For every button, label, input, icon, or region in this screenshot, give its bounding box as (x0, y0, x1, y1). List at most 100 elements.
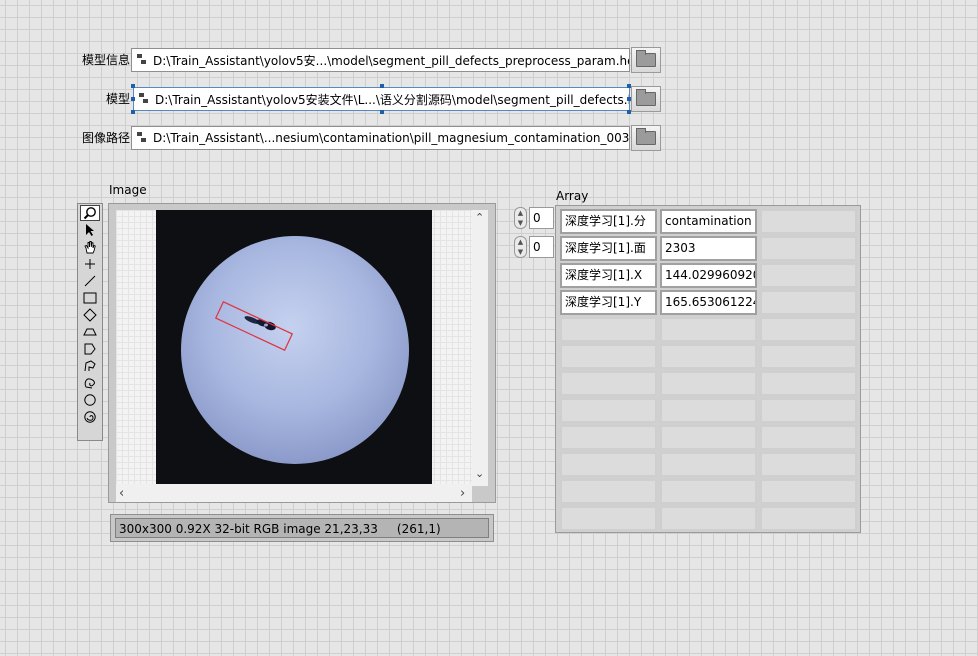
broken-line-icon (84, 360, 96, 372)
freehand-region-tool[interactable] (80, 375, 100, 391)
selection-handle[interactable] (380, 110, 384, 114)
array-cell-empty[interactable] (560, 452, 657, 477)
array-index-row: ▲ ▼ 0 (514, 207, 554, 229)
array-cell[interactable]: 深度学习[1].Y (560, 290, 657, 315)
image-display-label: Image (109, 183, 147, 197)
path-value-model: D:\Train_Assistant\yolov5安装文件\L...\语义分割源… (155, 92, 629, 107)
array-cell-empty[interactable] (760, 371, 857, 396)
annulus-tool[interactable] (80, 409, 100, 425)
path-input-image-path[interactable]: D:\Train_Assistant\...nesium\contaminati… (131, 126, 630, 150)
array-cell[interactable]: 2303 (660, 236, 757, 261)
array-cell-empty[interactable] (560, 398, 657, 423)
array-label: Array (556, 189, 589, 203)
array-cell-empty[interactable] (560, 479, 657, 504)
path-tree-icon (135, 130, 149, 146)
polygon-tool[interactable] (80, 341, 100, 357)
array-cell[interactable]: 165.653061224 (660, 290, 757, 315)
array-cell-empty[interactable] (560, 506, 657, 531)
path-tree-icon (137, 91, 151, 107)
path-input-model-info[interactable]: D:\Train_Assistant\yolov5安...\model\segm… (131, 48, 630, 72)
array-cell-empty[interactable] (760, 479, 857, 504)
annulus-sector-tool[interactable] (80, 324, 100, 340)
array-cell-empty[interactable] (660, 506, 757, 531)
rectangle-tool[interactable] (80, 290, 100, 306)
array-cell-empty[interactable] (560, 371, 657, 396)
freehand-icon (84, 378, 95, 389)
selection-handle[interactable] (131, 110, 135, 114)
folder-icon (636, 89, 656, 106)
array-cell[interactable]: 深度学习[1].分 (560, 209, 657, 234)
rotated-rectangle-icon (83, 308, 97, 322)
array-cell[interactable] (760, 290, 857, 315)
arrow-pointer-icon (86, 224, 94, 236)
scroll-right-icon[interactable]: › (460, 486, 465, 501)
pan-tool[interactable] (80, 239, 100, 255)
array-cell-empty[interactable] (760, 452, 857, 477)
index-value[interactable]: 0 (529, 207, 554, 229)
array-cell[interactable]: 深度学习[1].X (560, 263, 657, 288)
pointer-tool[interactable] (80, 222, 100, 238)
array-cell-empty[interactable] (760, 398, 857, 423)
pill-image[interactable] (156, 210, 432, 486)
array-cell-empty[interactable] (660, 425, 757, 450)
array-cell[interactable] (760, 263, 857, 288)
array-cell[interactable] (760, 209, 857, 234)
index-spinner[interactable]: ▲ ▼ (514, 207, 527, 229)
path-label-image-path: 图像路径 (81, 131, 130, 145)
browse-button-model-info[interactable] (631, 47, 661, 73)
browse-button-image-path[interactable] (631, 125, 661, 151)
oval-icon (84, 394, 96, 406)
vertical-scrollbar[interactable]: ⌃ ⌄ (472, 210, 488, 486)
oval-tool[interactable] (80, 392, 100, 408)
path-value-model-info: D:\Train_Assistant\yolov5安...\model\segm… (153, 53, 629, 68)
point-tool[interactable] (80, 256, 100, 272)
horizontal-scrollbar[interactable]: ‹ › (116, 484, 472, 502)
selection-handle[interactable] (380, 84, 384, 88)
array-cell-empty[interactable] (760, 317, 857, 342)
rotated-rectangle-tool[interactable] (80, 307, 100, 323)
image-status-bar: 300x300 0.92X 32-bit RGB image 21,23,33 … (110, 514, 494, 542)
index-value[interactable]: 0 (529, 236, 554, 258)
defect-roi-box[interactable] (214, 300, 294, 352)
array-cell[interactable] (760, 236, 857, 261)
scroll-down-icon[interactable]: ⌄ (475, 467, 484, 480)
path-tree-icon (135, 52, 149, 68)
array-cell-empty[interactable] (660, 479, 757, 504)
browse-button-model[interactable] (631, 86, 661, 112)
spiral-icon (84, 411, 96, 423)
annulus-sector-icon (83, 328, 97, 336)
defect-overlay (214, 300, 294, 352)
array-cell-empty[interactable] (760, 425, 857, 450)
zoom-tool[interactable] (80, 205, 100, 221)
array-grid: 深度学习[1].分 contamination 深度学习[1].面 2303 深度学习[… (560, 209, 857, 533)
freehand-line-tool[interactable] (80, 358, 100, 374)
line-tool[interactable] (80, 273, 100, 289)
array-cell-empty[interactable] (560, 317, 657, 342)
folder-icon (636, 128, 656, 145)
array-cell-empty[interactable] (760, 506, 857, 531)
array-cell-empty[interactable] (660, 398, 757, 423)
scroll-up-icon[interactable]: ⌃ (475, 211, 484, 224)
crosshair-icon (85, 259, 95, 269)
index-spinner[interactable]: ▲ ▼ (514, 236, 527, 258)
folder-icon (636, 50, 656, 67)
array-cell-empty[interactable] (760, 344, 857, 369)
pan-hand-icon (84, 241, 96, 254)
array-cell[interactable]: 深度学习[1].面 (560, 236, 657, 261)
rectangle-icon (83, 292, 97, 304)
scroll-left-icon[interactable]: ‹ (119, 486, 124, 501)
array-cell-empty[interactable] (660, 371, 757, 396)
selection-handle[interactable] (131, 97, 135, 101)
array-cell[interactable]: contamination (660, 209, 757, 234)
path-input-model[interactable]: D:\Train_Assistant\yolov5安装文件\L...\语义分割源… (133, 87, 630, 111)
array-index-column: ▲ ▼ 0 (514, 236, 554, 258)
array-cell-empty[interactable] (660, 452, 757, 477)
array-cell-empty[interactable] (560, 425, 657, 450)
selection-handle[interactable] (131, 84, 135, 88)
image-info-text: 300x300 0.92X 32-bit RGB image 21,23,33 … (115, 518, 489, 538)
array-cell-empty[interactable] (660, 317, 757, 342)
array-cell-empty[interactable] (560, 344, 657, 369)
path-label-model-info: 模型信息 (81, 53, 130, 67)
array-cell-empty[interactable] (660, 344, 757, 369)
array-cell[interactable]: 144.029960920 (660, 263, 757, 288)
